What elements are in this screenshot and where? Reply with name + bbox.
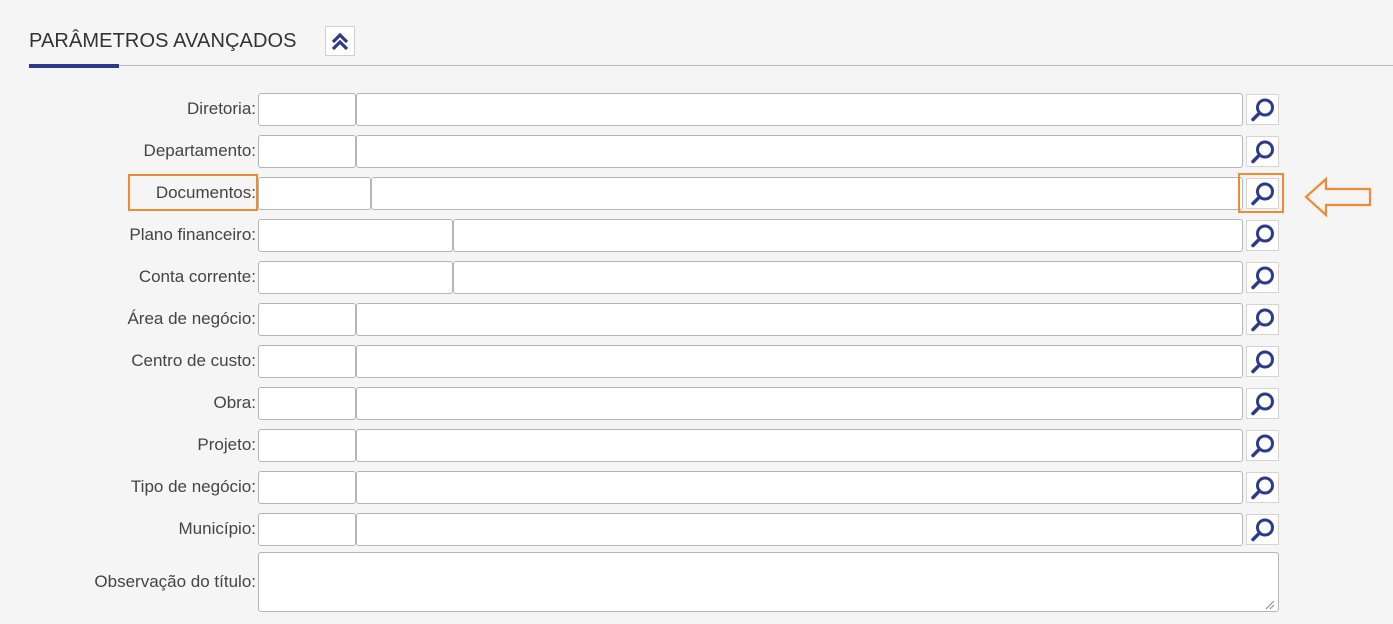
search-icon — [1250, 518, 1274, 541]
departamento-description-input[interactable] — [356, 135, 1243, 168]
tipo-de-negocio-description-input[interactable] — [356, 471, 1243, 504]
documentos-description-input[interactable] — [371, 177, 1243, 210]
observacao-label: Observação do título: — [94, 572, 256, 591]
search-icon — [1250, 434, 1274, 457]
collapse-section-button[interactable] — [325, 26, 355, 56]
search-icon — [1250, 98, 1274, 121]
observacao-textarea[interactable] — [258, 552, 1279, 612]
tipo-de-negocio-code-input[interactable] — [258, 471, 356, 504]
arrow-left-outline-icon — [1304, 176, 1372, 218]
resize-grip-icon[interactable] — [1264, 599, 1275, 610]
plano-financeiro-label: Plano financeiro: — [129, 225, 256, 244]
section-header: PARÂMETROS AVANÇADOS — [29, 26, 1393, 66]
municipio-search-button[interactable] — [1246, 514, 1279, 545]
centro-de-custo-code-input[interactable] — [258, 345, 356, 378]
obra-search-button[interactable] — [1246, 388, 1279, 419]
search-icon — [1250, 476, 1274, 499]
search-icon — [1250, 392, 1274, 415]
diretoria-description-input[interactable] — [356, 93, 1243, 126]
projeto-label: Projeto: — [197, 435, 256, 454]
diretoria-code-input[interactable] — [258, 93, 356, 126]
projeto-search-button[interactable] — [1246, 430, 1279, 461]
plano-financeiro-description-input[interactable] — [453, 219, 1243, 252]
conta-corrente-code-input[interactable] — [258, 261, 453, 294]
municipio-code-input[interactable] — [258, 513, 356, 546]
diretoria-label: Diretoria: — [187, 99, 256, 118]
plano-financeiro-code-input[interactable] — [258, 219, 453, 252]
area-de-negocio-description-input[interactable] — [356, 303, 1243, 336]
documentos-code-input[interactable] — [258, 177, 371, 210]
municipio-description-input[interactable] — [356, 513, 1243, 546]
conta-corrente-search-button[interactable] — [1246, 262, 1279, 293]
diretoria-search-button[interactable] — [1246, 94, 1279, 125]
area-de-negocio-search-button[interactable] — [1246, 304, 1279, 335]
section-divider — [29, 65, 1393, 66]
centro-de-custo-description-input[interactable] — [356, 345, 1243, 378]
departamento-code-input[interactable] — [258, 135, 356, 168]
documentos-search-button[interactable] — [1246, 178, 1279, 209]
area-de-negocio-code-input[interactable] — [258, 303, 356, 336]
section-title: PARÂMETROS AVANÇADOS — [29, 30, 297, 52]
double-chevron-up-icon — [331, 32, 349, 51]
tipo-de-negocio-label: Tipo de negócio: — [130, 477, 256, 496]
section-accent-bar — [29, 64, 119, 68]
search-icon — [1250, 224, 1274, 247]
centro-de-custo-search-button[interactable] — [1246, 346, 1279, 377]
departamento-search-button[interactable] — [1246, 136, 1279, 167]
obra-code-input[interactable] — [258, 387, 356, 420]
obra-label: Obra: — [213, 393, 256, 412]
search-icon — [1250, 182, 1274, 205]
departamento-label: Departamento: — [143, 141, 256, 160]
projeto-code-input[interactable] — [258, 429, 356, 462]
area-de-negocio-label: Área de negócio: — [127, 309, 256, 328]
municipio-label: Município: — [178, 519, 256, 538]
tipo-de-negocio-search-button[interactable] — [1246, 472, 1279, 503]
conta-corrente-label: Conta corrente: — [138, 267, 256, 286]
conta-corrente-description-input[interactable] — [453, 261, 1243, 294]
search-icon — [1250, 350, 1274, 373]
plano-financeiro-search-button[interactable] — [1246, 220, 1279, 251]
obra-description-input[interactable] — [356, 387, 1243, 420]
search-icon — [1250, 140, 1274, 163]
documentos-label: Documentos: — [155, 183, 256, 202]
projeto-description-input[interactable] — [356, 429, 1243, 462]
search-icon — [1250, 266, 1274, 289]
centro-de-custo-label: Centro de custo: — [131, 351, 256, 370]
search-icon — [1250, 308, 1274, 331]
